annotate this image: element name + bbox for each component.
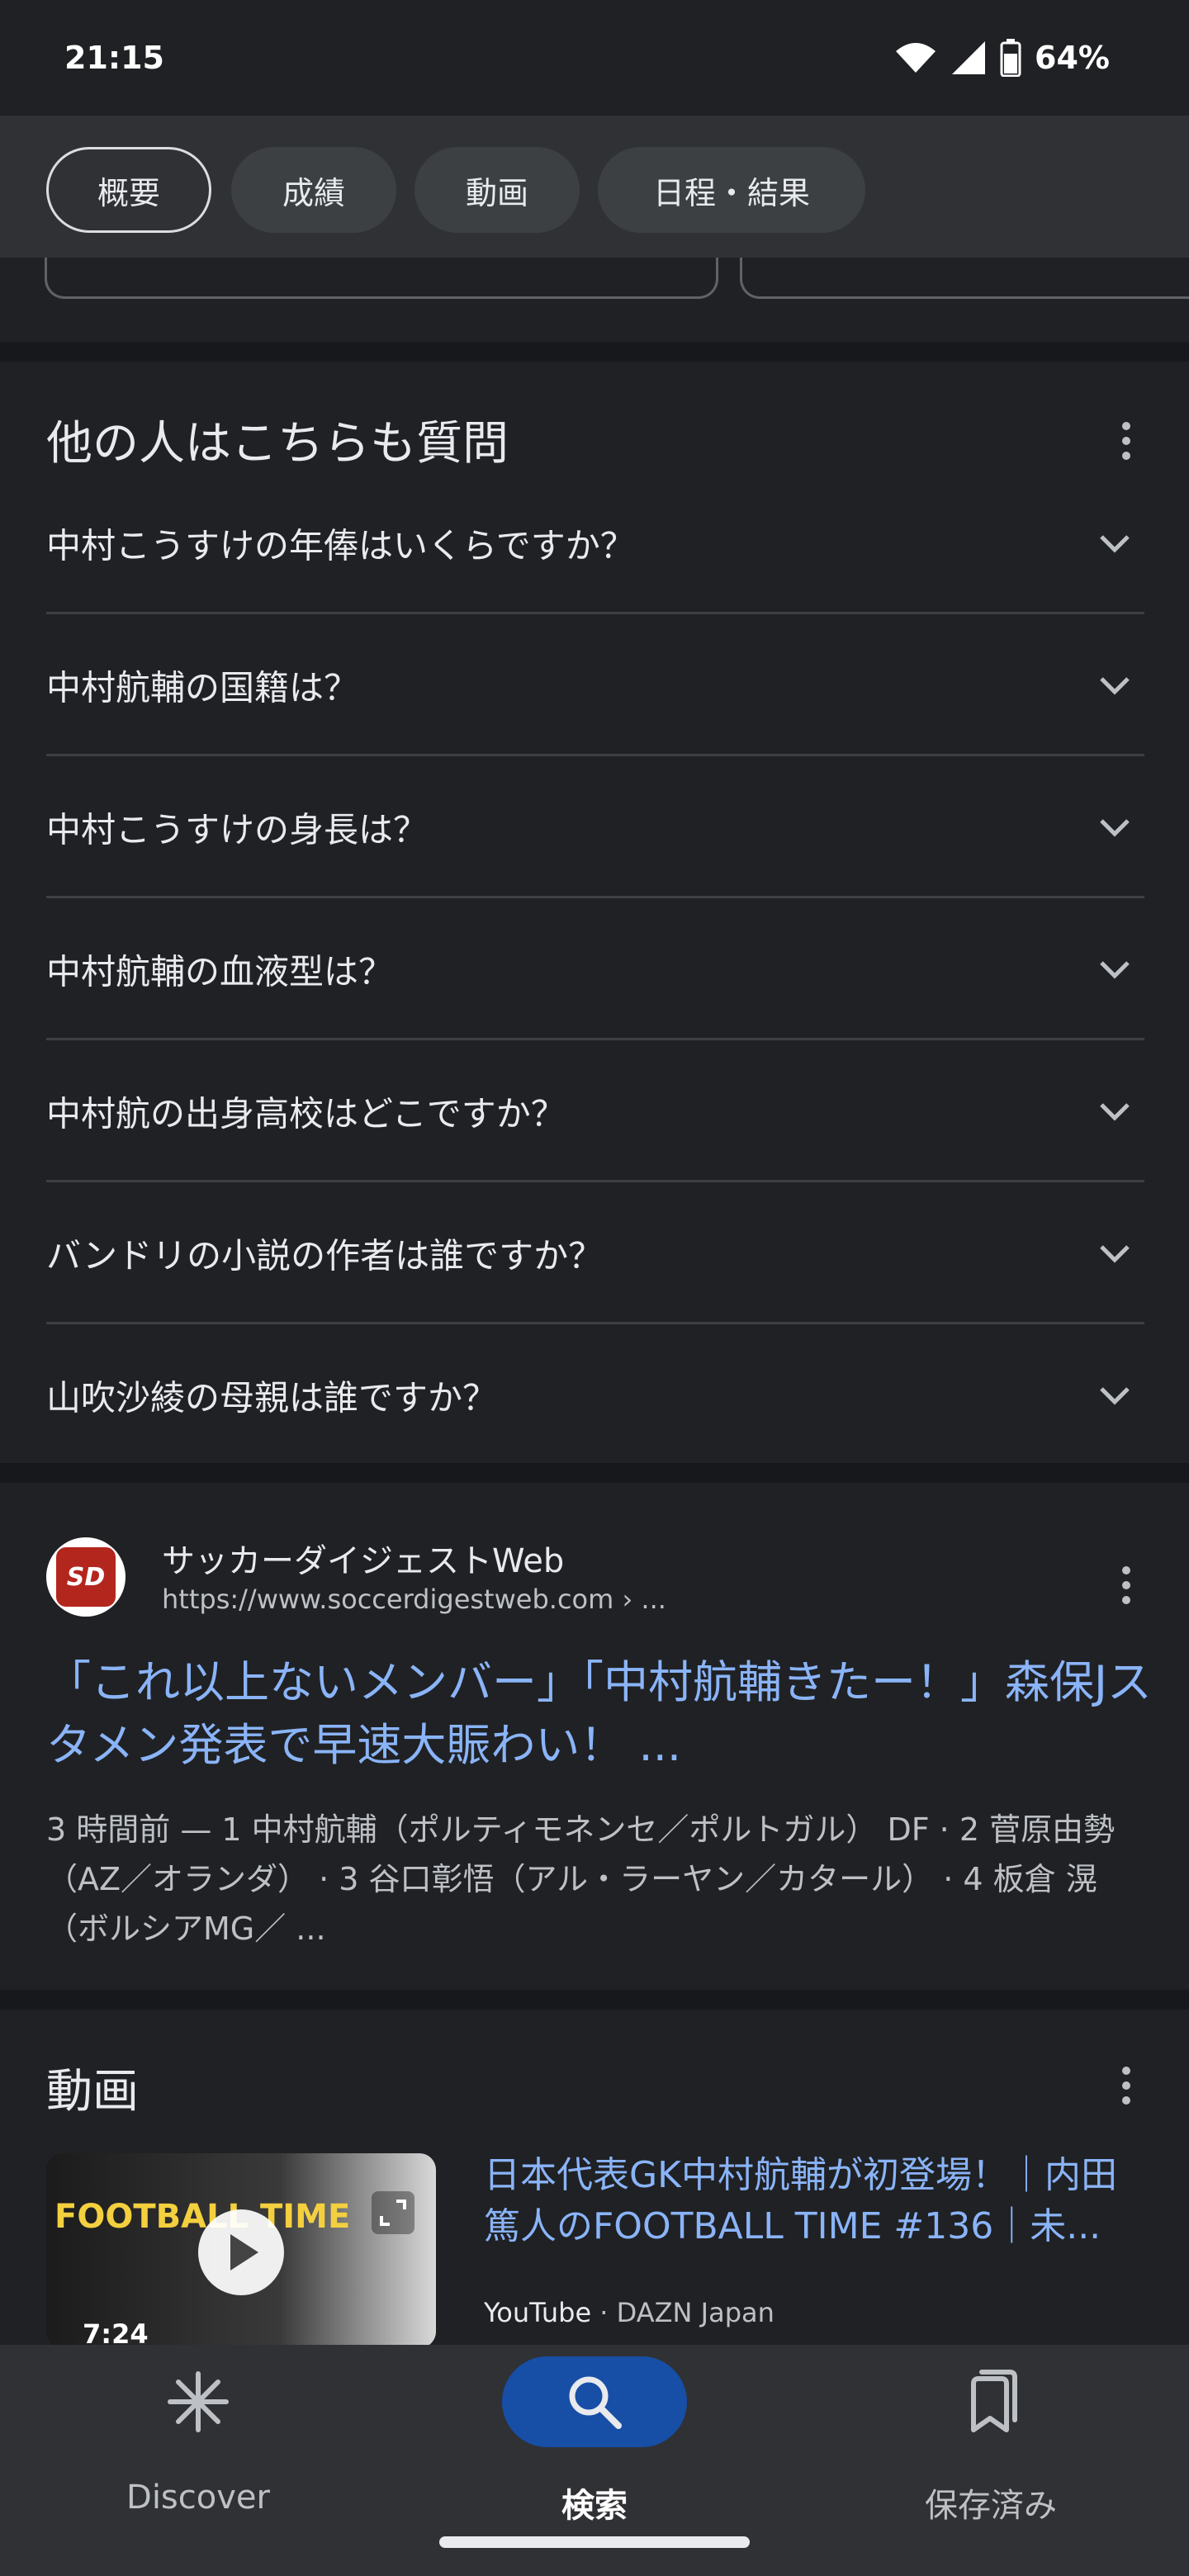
chip-stats[interactable]: 成績: [231, 147, 396, 233]
paa-question[interactable]: 中村航輔の国籍は？: [46, 614, 1144, 756]
status-time: 21:15: [64, 40, 164, 76]
cellular-signal-icon: [952, 41, 986, 74]
videos-section-title: 動画: [46, 2065, 139, 2119]
battery-icon: [1000, 39, 1021, 77]
nav-icon-container: [502, 2356, 687, 2447]
bookmarks-icon: [971, 2370, 1017, 2432]
result-title-link[interactable]: 「これ以上ないメンバー」「中村航輔きたー！」森保Jスタメン発表で早速大賑わい！ …: [46, 1651, 1153, 1777]
paa-question[interactable]: 中村航の出身高校はどこですか？: [46, 1040, 1144, 1182]
site-favicon[interactable]: SD: [46, 1537, 126, 1617]
nav-search-label: 検索: [561, 2487, 628, 2525]
status-bar: 21:15 64%: [0, 0, 1189, 116]
paa-question[interactable]: 山吹沙綾の母親は誰ですか？: [46, 1324, 1144, 1466]
chevron-down-icon: [1100, 819, 1130, 837]
thumbnail-text: FOOTBALL TIME: [54, 2198, 351, 2236]
result-url[interactable]: https://www.soccerdigestweb.com › ...: [162, 1584, 666, 1615]
paa-question-text: 中村航輔の国籍は？: [46, 667, 359, 708]
paa-question-text: 中村こうすけの年俸はいくらですか？: [46, 525, 635, 566]
nav-discover[interactable]: Discover: [0, 2345, 396, 2576]
result-more-options-icon[interactable]: [1110, 1560, 1143, 1610]
section-divider: [0, 342, 1189, 362]
chevron-down-icon: [1100, 1245, 1130, 1263]
chevron-down-icon: [1100, 677, 1130, 695]
filter-chip-bar: 概要 成績 動画 日程・結果: [0, 116, 1189, 258]
section-divider: [0, 1990, 1189, 2010]
result-site-name[interactable]: サッカーダイジェストWeb: [162, 1534, 564, 1582]
battery-percentage: 64%: [1035, 40, 1110, 76]
nav-discover-label: Discover: [126, 2479, 270, 2517]
paa-question-text: バンドリの小説の作者は誰ですか？: [46, 1235, 604, 1276]
chevron-down-icon: [1100, 1103, 1130, 1121]
video-source: YouTube · DAZN Japan: [484, 2297, 775, 2328]
paa-question-text: 中村航輔の血液型は？: [46, 951, 394, 992]
paa-question[interactable]: バンドリの小説の作者は誰ですか？: [46, 1182, 1144, 1324]
chip-schedule-results[interactable]: 日程・結果: [598, 147, 865, 233]
play-icon[interactable]: [198, 2209, 284, 2295]
videos-more-options-icon[interactable]: [1110, 2061, 1143, 2110]
status-icons: 64%: [894, 36, 1110, 79]
chevron-down-icon: [1100, 961, 1130, 979]
paa-more-options-icon[interactable]: [1110, 416, 1143, 466]
previous-card-bottom: [740, 258, 1189, 299]
nav-saved[interactable]: 保存済み: [793, 2345, 1189, 2576]
nav-saved-label: 保存済み: [925, 2487, 1057, 2525]
search-icon: [569, 2376, 622, 2429]
video-duration: 7:24: [83, 2318, 149, 2348]
paa-title: 他の人はこちらも質問: [46, 417, 509, 471]
chip-overview[interactable]: 概要: [46, 147, 211, 233]
paa-question[interactable]: 中村航輔の血液型は？: [46, 898, 1144, 1040]
paa-question[interactable]: 中村こうすけの身長は？: [46, 756, 1144, 898]
video-thumbnail[interactable]: FOOTBALL TIME 7:24: [46, 2153, 436, 2348]
video-channel: DAZN Japan: [616, 2297, 775, 2328]
paa-question-text: 中村航の出身高校はどこですか？: [46, 1093, 566, 1134]
video-title-link[interactable]: 日本代表GK中村航輔が初登場！｜内田篤人のFOOTBALL TIME #136｜…: [484, 2150, 1144, 2252]
paa-question[interactable]: 中村こうすけの年俸はいくらですか？: [46, 472, 1144, 614]
nav-icon-container: [898, 2356, 1083, 2447]
section-divider: [0, 1463, 1189, 1483]
paa-question-text: 中村こうすけの身長は？: [46, 809, 429, 850]
chip-videos[interactable]: 動画: [414, 147, 580, 233]
wifi-icon: [896, 43, 936, 73]
result-snippet: 3 時間前 — 1 中村航輔（ポルティモネンセ／ポルトガル） DF · 2 菅原…: [46, 1811, 1116, 1947]
paa-question-text: 山吹沙綾の母親は誰ですか？: [46, 1377, 498, 1418]
previous-card-bottom: [45, 258, 718, 299]
expand-icon[interactable]: [370, 2190, 416, 2236]
video-platform: YouTube: [484, 2297, 592, 2328]
home-indicator[interactable]: [439, 2536, 750, 2548]
nav-icon-container: [106, 2356, 291, 2447]
asterisk-icon: [168, 2371, 229, 2432]
site-logo: SD: [56, 1547, 116, 1607]
chevron-down-icon: [1100, 1387, 1130, 1405]
chevron-down-icon: [1100, 535, 1130, 553]
